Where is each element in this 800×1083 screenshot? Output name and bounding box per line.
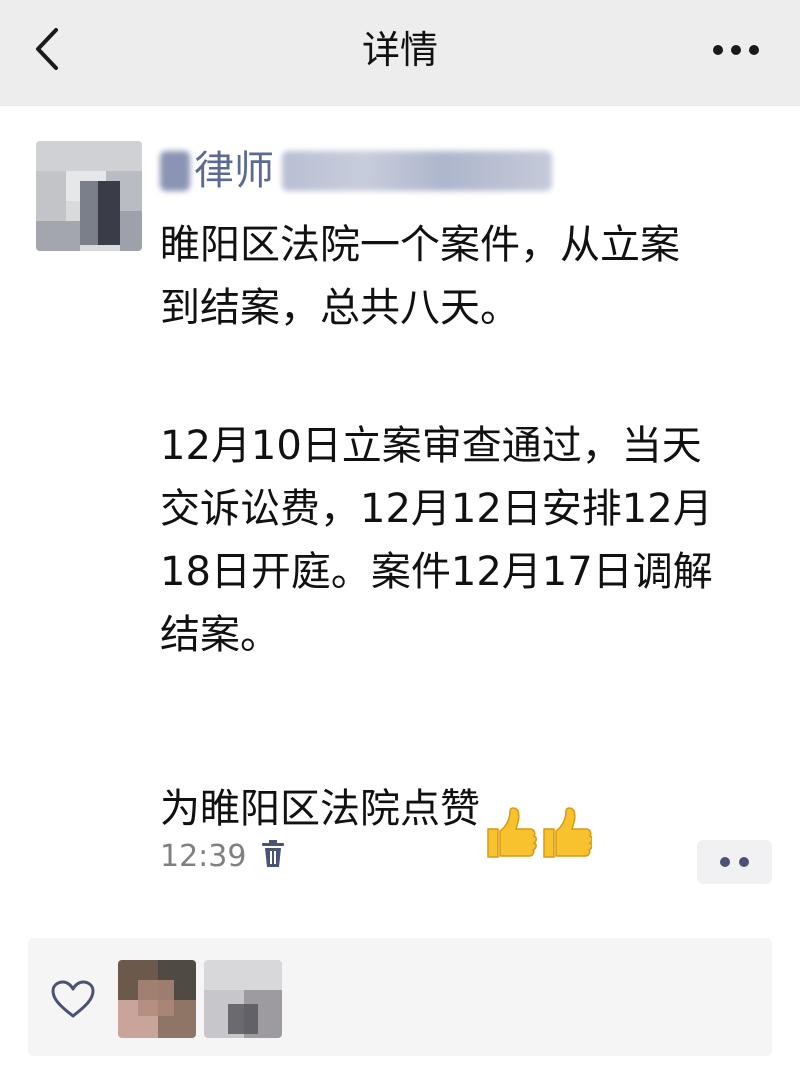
comment-dots-icon	[720, 857, 749, 867]
trash-icon[interactable]	[260, 839, 286, 873]
page-title: 详情	[361, 28, 438, 72]
author-avatar[interactable]	[36, 141, 142, 251]
post-meta-row: 12:39	[160, 836, 286, 876]
blurred-name-suffix	[282, 151, 552, 191]
liker-avatar[interactable]	[118, 960, 196, 1038]
comment-button[interactable]	[697, 840, 772, 884]
post-paragraph: 睢阳区法院一个案件，从立案 到结案，总共八天。	[160, 222, 680, 331]
more-options-button[interactable]	[708, 30, 764, 70]
blurred-name-prefix	[160, 151, 190, 191]
post-paragraph: 12月10日立案审查通过，当天 交诉讼费，12月12日安排12月 18日开庭。案…	[160, 423, 713, 658]
liker-avatar[interactable]	[204, 960, 282, 1038]
more-horizontal-icon	[713, 45, 759, 55]
likes-panel	[28, 938, 772, 1056]
post-time: 12:39	[160, 838, 247, 874]
post-content: 睢阳区法院一个案件，从立案 到结案，总共八天。 12月10日立案审查通过，当天 …	[160, 214, 760, 880]
author-row: 律师	[160, 143, 552, 199]
post-paragraph-text: 为睢阳区法院点赞	[160, 786, 480, 832]
thumbs-up-emoji	[482, 742, 593, 880]
heart-outline-icon	[50, 980, 96, 1024]
author-name[interactable]: 律师	[194, 145, 274, 197]
top-nav-bar: 详情	[0, 0, 800, 106]
